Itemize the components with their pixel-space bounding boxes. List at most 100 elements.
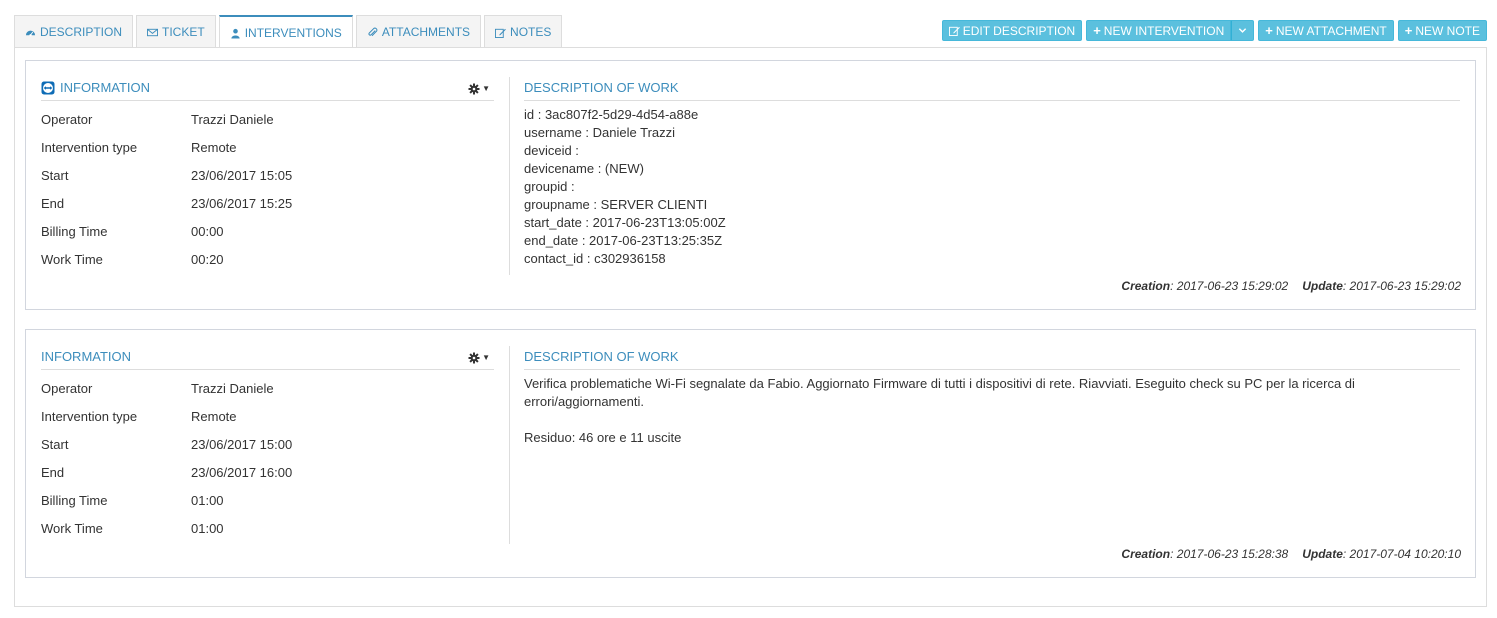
tab-interventions[interactable]: INTERVENTIONS [218,15,353,49]
field-value: 23/06/2017 15:00 [191,436,293,452]
new-note-button[interactable]: + NEW NOTE [1397,20,1487,41]
field-value: 23/06/2017 15:05 [191,167,293,183]
field-start: Start 23/06/2017 15:05 [41,161,494,189]
field-label: End [41,195,65,211]
field-value: 00:00 [191,223,224,239]
chevron-down-icon [1239,28,1247,33]
intervention-panel: INFORMATION ▼ Operator Trazzi Daniele Int… [25,60,1476,310]
caret-down-icon: ▼ [482,353,490,362]
field-value: 00:20 [191,251,224,267]
field-label: Intervention type [41,139,138,155]
information-title: INFORMATION [41,75,494,101]
field-intervention-type: Intervention type Remote [41,133,494,161]
field-work-time: Work Time 01:00 [41,514,494,542]
new-attachment-label: NEW ATTACHMENT [1275,23,1387,38]
timestamps: Creation: 2017-06-23 15:29:02 Update: 201… [1121,279,1461,293]
field-start: Start 23/06/2017 15:00 [41,430,494,458]
information-fields: Operator Trazzi Daniele Intervention type… [41,374,494,542]
interventions-container: INFORMATION ▼ Operator Trazzi Daniele Int… [14,47,1487,607]
field-intervention-type: Intervention type Remote [41,402,494,430]
dashboard-icon [25,30,36,36]
field-value: 01:00 [191,520,224,536]
information-title-label: INFORMATION [60,80,151,95]
timestamps: Creation: 2017-06-23 15:28:38 Update: 201… [1121,547,1461,561]
tab-label: TICKET [162,25,205,39]
creation-label: Creation [1121,279,1171,293]
intervention-panel: INFORMATION ▼ Operator Trazzi Daniele Int… [25,329,1476,578]
tab-attachments[interactable]: ATTACHMENTS [355,15,482,48]
tabs-bar: DESCRIPTION TICKET INTERVENTIONS ATTACHM… [14,15,1487,49]
information-section: INFORMATION ▼ Operator Trazzi Daniele Int… [41,75,494,273]
field-value: Remote [191,139,237,155]
new-intervention-label: NEW INTERVENTION [1103,23,1225,38]
description-line: start_date : 2017-06-23T13:05:00Z [524,215,726,230]
field-end: End 23/06/2017 15:25 [41,189,494,217]
field-billing-time: Billing Time 01:00 [41,486,494,514]
description-title: DESCRIPTION OF WORK [524,344,1460,370]
tab-list: DESCRIPTION TICKET INTERVENTIONS ATTACHM… [14,15,565,49]
update-value: : 2017-07-04 10:20:10 [1342,547,1461,561]
field-end: End 23/06/2017 16:00 [41,458,494,486]
description-paragraph: Verifica problematiche Wi-Fi segnalate d… [524,376,1355,409]
description-line: devicename : (NEW) [524,161,644,176]
field-label: Work Time [41,251,103,267]
gear-icon [468,83,480,94]
new-intervention-dropdown-button[interactable] [1231,20,1255,41]
plus-icon: + [1404,23,1413,38]
field-value: 23/06/2017 16:00 [191,464,293,480]
field-billing-time: Billing Time 00:00 [41,217,494,245]
information-section: INFORMATION ▼ Operator Trazzi Daniele Int… [41,344,494,542]
field-operator: Operator Trazzi Daniele [41,105,494,133]
tab-label: INTERVENTIONS [244,26,342,40]
field-label: Intervention type [41,408,138,424]
field-value: Trazzi Daniele [191,380,274,396]
field-label: Billing Time [41,492,108,508]
field-value: 01:00 [191,492,224,508]
creation-label: Creation [1121,547,1171,561]
tab-notes[interactable]: NOTES [484,15,563,48]
update-label: Update [1302,279,1343,293]
settings-dropdown-button[interactable]: ▼ [464,78,494,99]
tab-ticket[interactable]: TICKET [136,15,216,48]
information-title: INFORMATION [41,344,494,370]
update-value: : 2017-06-23 15:29:02 [1342,279,1461,293]
field-label: Work Time [41,520,103,536]
settings-dropdown-button[interactable]: ▼ [464,347,494,368]
description-section: DESCRIPTION OF WORK Verifica problematic… [524,344,1460,447]
gear-icon [468,352,480,363]
field-label: Billing Time [41,223,108,239]
field-label: Start [41,167,69,183]
tab-label: ATTACHMENTS [381,25,471,39]
edit-icon [948,26,960,36]
edit-description-label: EDIT DESCRIPTION [962,23,1076,38]
new-attachment-button[interactable]: + NEW ATTACHMENT [1258,20,1394,41]
description-line: groupname : SERVER CLIENTI [524,197,708,212]
envelope-icon [147,28,159,36]
column-divider [509,77,510,275]
description-line: deviceid : [524,143,579,158]
description-line: groupid : [524,179,575,194]
information-title-label: INFORMATION [41,349,132,364]
creation-value: : 2017-06-23 15:28:38 [1170,547,1289,561]
paperclip-icon [368,27,378,36]
field-work-time: Work Time 00:20 [41,245,494,273]
column-divider [509,346,510,544]
description-line: username : Daniele Trazzi [524,125,676,140]
plus-icon: + [1265,23,1273,38]
description-title: DESCRIPTION OF WORK [524,75,1460,101]
field-label: Start [41,436,69,452]
new-intervention-button[interactable]: + NEW INTERVENTION [1086,20,1232,41]
description-body: id : 3ac807f2-5d29-4d54-a88e username : … [524,106,1460,268]
field-label: Operator [41,380,93,396]
tab-description[interactable]: DESCRIPTION [14,15,134,48]
tab-label: NOTES [510,25,552,39]
field-label: Operator [41,111,93,127]
edit-description-button[interactable]: EDIT DESCRIPTION [941,20,1083,41]
field-label: End [41,464,65,480]
user-icon [231,28,240,39]
new-note-label: NEW NOTE [1415,23,1480,38]
caret-down-icon: ▼ [482,84,490,93]
field-value: Remote [191,408,237,424]
edit-icon [495,28,506,38]
field-value: 23/06/2017 15:25 [191,195,293,211]
